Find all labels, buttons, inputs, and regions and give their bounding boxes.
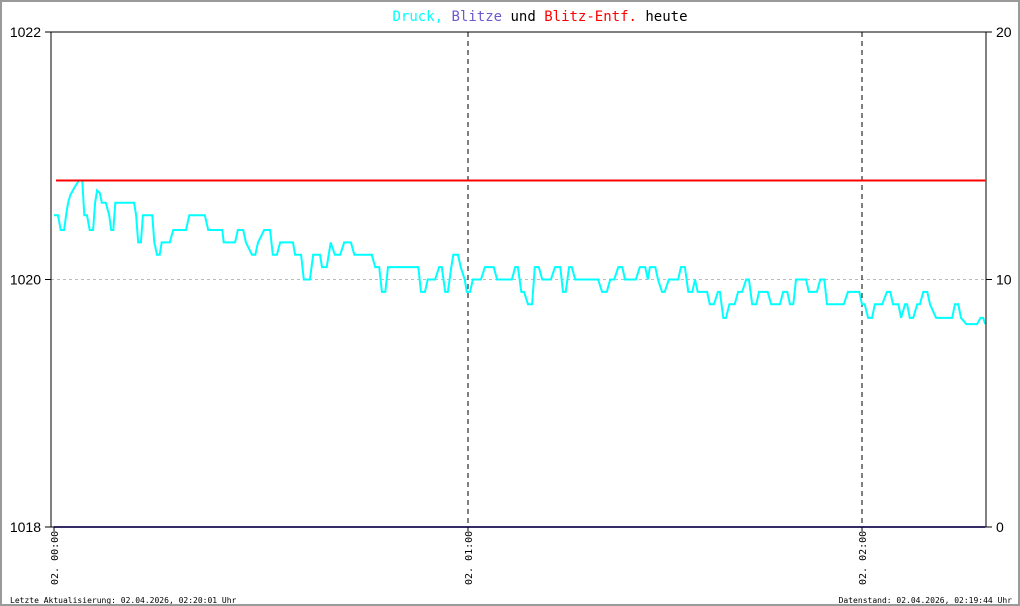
y-left-tick-label: 1020 — [10, 272, 41, 288]
y-left-tick-label: 1022 — [10, 24, 41, 40]
chart-title: Druck, Blitze und Blitz-Entf. heute — [392, 9, 687, 25]
y-right-tick-label: 0 — [996, 519, 1004, 535]
title-part: heute — [637, 9, 688, 25]
y-left-tick-label: 1018 — [10, 519, 41, 535]
title-part: Druck, — [392, 9, 443, 25]
y-right-tick-label: 20 — [996, 24, 1012, 40]
last-update-text: Letzte Aktualisierung: 02.04.2026, 02:20… — [10, 596, 237, 605]
data-timestamp-text: Datenstand: 02.04.2026, 02:19:44 Uhr — [839, 596, 1013, 605]
x-tick-label: 02. 02:00 — [858, 531, 869, 585]
title-part: und — [502, 9, 536, 25]
title-part: Blitz-Entf. — [536, 9, 637, 25]
series-druck — [54, 179, 987, 326]
series-layer — [54, 179, 987, 528]
x-tick-label: 02. 00:00 — [50, 531, 61, 585]
title-part: Blitze — [443, 9, 502, 25]
chart-container: Druck, Blitze und Blitz-Entf. heute 02. … — [0, 0, 1020, 606]
x-tick-label: 02. 01:00 — [464, 531, 475, 585]
pressure-lightning-chart: Druck, Blitze und Blitz-Entf. heute 02. … — [10, 9, 1013, 605]
y-right-tick-label: 10 — [996, 272, 1012, 288]
grid — [51, 32, 986, 527]
